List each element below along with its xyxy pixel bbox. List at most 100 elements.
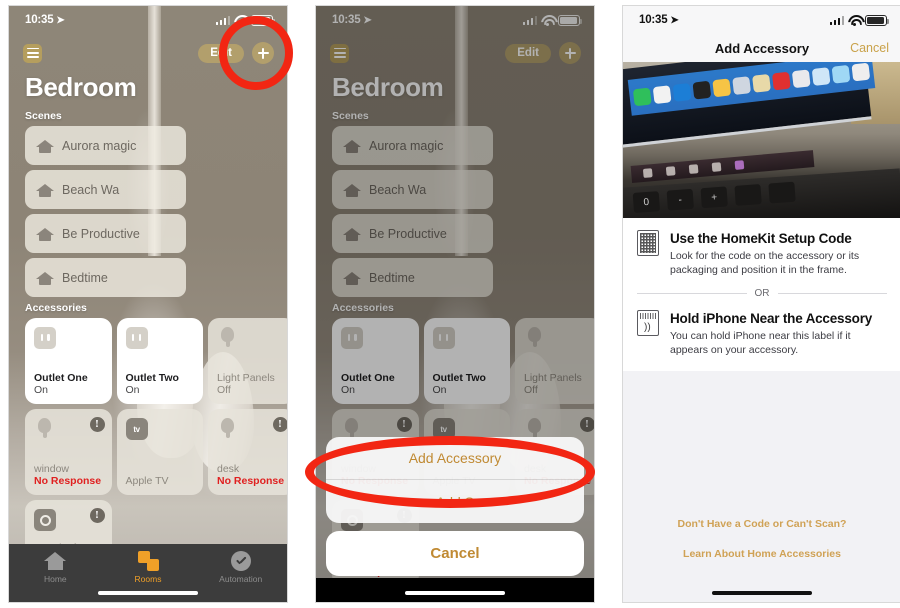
dock-icon	[811, 66, 831, 86]
dock-icon	[672, 82, 691, 102]
home-icon	[36, 182, 54, 198]
scene-tile[interactable]: Be Productive	[25, 214, 186, 253]
home-icon	[36, 138, 54, 154]
accessory-name: window	[34, 463, 70, 475]
status-time: 10:35	[639, 14, 668, 26]
accessory-name: Outlet Two	[125, 372, 179, 384]
accessory-tile-light-panels[interactable]: Light Panels Off	[208, 318, 287, 404]
nfc-tag-icon: ))	[637, 310, 659, 336]
outlet-icon	[34, 327, 56, 349]
dock-icon	[850, 62, 870, 81]
battery-icon	[865, 14, 890, 26]
highlight-add-button-annotation	[219, 16, 293, 90]
touchbar-key-icon	[666, 166, 676, 176]
link-no-code[interactable]: Don't Have a Code or Can't Scan?	[623, 518, 900, 530]
help-links: Don't Have a Code or Can't Scan? Learn A…	[623, 518, 900, 602]
apple-tv-icon: tv	[125, 418, 148, 440]
rooms-tab-icon	[137, 551, 159, 571]
tab-automation[interactable]: Automation	[194, 551, 287, 584]
home-icon	[36, 270, 54, 286]
add-accessory-nav-bar: Add Accessory Cancel	[623, 34, 900, 62]
touchbar-key-icon	[711, 162, 722, 172]
dock-icon	[632, 87, 652, 106]
option-title: Hold iPhone Near the Accessory	[670, 311, 873, 326]
or-label: OR	[754, 288, 770, 299]
cancel-button[interactable]: Cancel	[850, 41, 889, 55]
cancel-button[interactable]: Cancel	[326, 531, 584, 576]
warning-icon: !	[89, 417, 105, 432]
home-indicator[interactable]	[712, 590, 812, 595]
accessory-name: Outlet One	[34, 372, 88, 384]
scene-label: Bedtime	[62, 270, 108, 285]
keyboard-key	[768, 181, 796, 204]
camera-viewfinder[interactable]: 0 - +	[623, 62, 900, 218]
list-menu-icon[interactable]	[23, 43, 42, 63]
page-title: Add Accessory	[714, 40, 810, 56]
highlight-add-accessory-row-annotation	[305, 436, 595, 508]
tab-home[interactable]: Home	[9, 551, 102, 584]
tab-label: Automation	[219, 574, 263, 584]
warning-icon: !	[272, 417, 287, 432]
dock-icon	[731, 75, 751, 95]
divider-line	[637, 293, 747, 294]
tab-rooms[interactable]: Rooms	[102, 551, 195, 584]
tab-label: Home	[43, 574, 67, 584]
dock-icon	[711, 77, 731, 97]
automation-tab-icon	[230, 551, 251, 571]
accessory-tile-window[interactable]: ! window No Response	[25, 409, 112, 495]
location-arrow-icon: ➤	[670, 14, 679, 26]
nanoleaf-remote-icon	[34, 509, 56, 531]
room-content: 10:35 ➤ Edit Bedroom Scenes Aurora magic…	[9, 6, 287, 602]
home-app-room-screen-dimmed: 10:35 ➤ Edit Bedroom Scenes Aurora magic…	[316, 6, 594, 602]
location-arrow-icon: ➤	[56, 14, 65, 26]
setup-option-code[interactable]: Use the HomeKit Setup Code Look for the …	[637, 230, 887, 277]
home-app-room-screen: 10:35 ➤ Edit Bedroom Scenes Aurora magic…	[9, 6, 287, 602]
scene-tile[interactable]: Beach Wa	[25, 170, 186, 209]
add-accessory-screen: 10:35 ➤ Add Accessory Cancel 0 - + Use t…	[623, 6, 900, 602]
phone-panel-2: 10:35 ➤ Edit Bedroom Scenes Aurora magic…	[315, 5, 595, 603]
home-indicator[interactable]	[405, 590, 505, 595]
scenes-section-label: Scenes	[25, 110, 62, 122]
status-bar: 10:35 ➤	[623, 6, 900, 34]
cellular-bars-icon	[215, 15, 230, 25]
accessory-state: Off	[217, 384, 231, 396]
or-divider: OR	[637, 288, 887, 299]
keyboard-key	[734, 184, 762, 206]
touchbar-key-icon	[689, 164, 699, 174]
qr-code-icon	[637, 230, 659, 256]
home-tab-icon	[44, 551, 67, 571]
scene-tile[interactable]: Aurora magic	[25, 126, 186, 165]
scene-tile[interactable]: Bedtime	[25, 258, 186, 297]
link-learn-accessories[interactable]: Learn About Home Accessories	[623, 548, 900, 560]
accessory-state: On	[125, 384, 140, 396]
option-title: Use the HomeKit Setup Code	[670, 231, 852, 246]
accessory-state: No Response	[34, 475, 102, 487]
dock-icon	[831, 64, 850, 84]
cellular-bars-icon	[829, 15, 844, 25]
accessory-state: No Response	[217, 475, 285, 487]
setup-option-nfc[interactable]: )) Hold iPhone Near the Accessory You ca…	[637, 310, 887, 357]
divider-line	[777, 293, 887, 294]
home-indicator[interactable]	[98, 590, 198, 595]
dock-icon	[691, 80, 711, 100]
accessory-tile-outlet-two[interactable]: Outlet Two On	[116, 318, 203, 404]
warning-icon: !	[89, 508, 105, 523]
tab-label: Rooms	[134, 574, 162, 584]
wifi-icon	[848, 15, 861, 26]
phone-panel-3: 10:35 ➤ Add Accessory Cancel 0 - + Use t…	[622, 5, 900, 603]
accessory-tile-desk[interactable]: ! desk No Response	[208, 409, 287, 495]
home-icon	[36, 226, 54, 242]
screenshot-stage: 10:35 ➤ Edit Bedroom Scenes Aurora magic…	[0, 0, 900, 608]
keyboard-key: 0	[632, 191, 661, 213]
option-description: Look for the code on the accessory or it…	[670, 250, 860, 276]
status-right-icons	[829, 14, 890, 26]
scenes-grid: Aurora magic Beach Wa Be Productive Bedt…	[9, 126, 287, 297]
accessory-tile-apple-tv[interactable]: tv Apple TV	[116, 409, 203, 495]
accessory-tile-outlet-one[interactable]: Outlet One On	[25, 318, 112, 404]
bulb-icon	[217, 418, 239, 442]
keyboard-key: -	[666, 188, 694, 211]
accessories-section-label: Accessories	[25, 302, 87, 314]
dock-icon	[751, 73, 771, 93]
accessory-name: desk	[217, 463, 240, 475]
scene-label: Be Productive	[62, 226, 140, 241]
